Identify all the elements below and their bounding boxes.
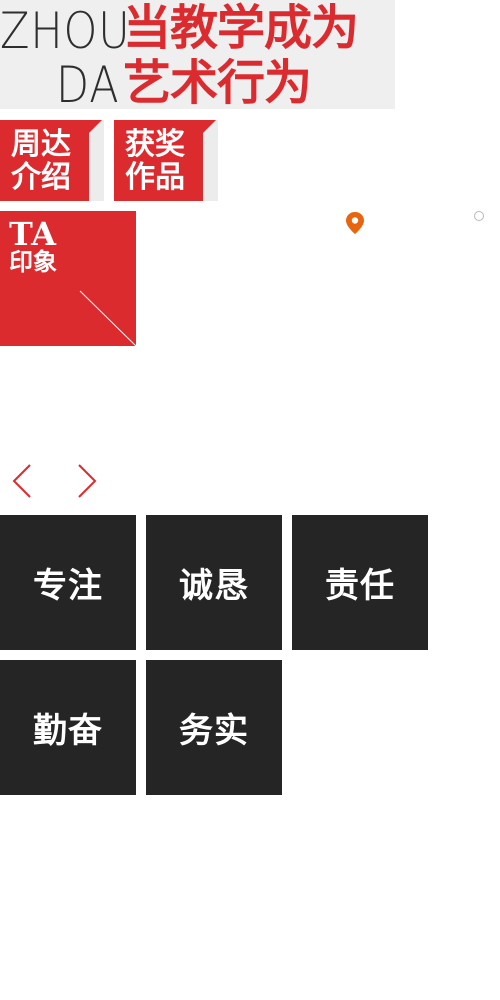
slogan-line2: 艺术行为 [123,55,312,111]
tile-corner-fold [89,120,102,133]
tile-corner-fold [203,120,216,133]
chevron-right-icon[interactable] [74,462,100,500]
header-banner: ZHOU DA 当教学成为 艺术行为 [0,0,395,114]
value-tile-practical[interactable]: 务实 [146,660,282,795]
nav-tile-intro[interactable]: 周达 介绍 [0,120,104,201]
value-tile-focus[interactable]: 专注 [0,515,136,650]
value-tile-responsibility[interactable]: 责任 [292,515,428,650]
nav-tile-intro-label: 周达 介绍 [11,128,71,194]
nav-tile-awards-line2: 作品 [125,160,185,195]
nav-tile-intro-line1: 周达 [11,127,71,162]
value-tile-sincerity[interactable]: 诚恳 [146,515,282,650]
latin-name-line2: DA [56,56,120,114]
nav-tile-intro-line2: 介绍 [11,160,71,195]
slogan-line1: 当教学成为 [123,0,359,56]
chevron-left-icon[interactable] [9,462,35,500]
nav-tile-awards[interactable]: 获奖 作品 [114,120,218,201]
value-tile-diligence[interactable]: 勤奋 [0,660,136,795]
location-pin-icon [346,212,364,234]
latin-name-line1: ZHOU [0,2,131,60]
diagonal-accent-line [79,290,136,346]
nav-tile-awards-line1: 获奖 [125,127,185,162]
nav-tile-impression[interactable]: TA 印象 [0,211,136,346]
nav-tile-awards-label: 获奖 作品 [125,128,185,194]
carousel-dot-icon[interactable] [474,211,484,221]
